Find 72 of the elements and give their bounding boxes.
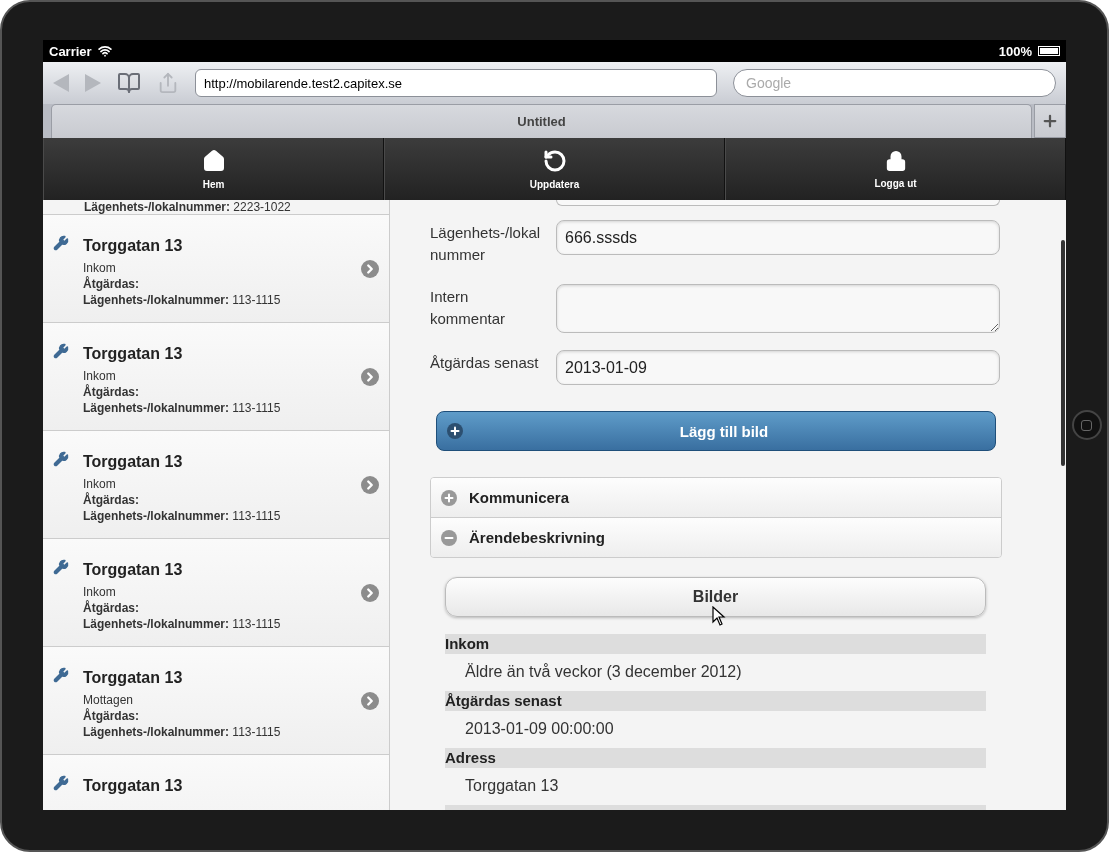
item-title: Torggatan 13 [83, 453, 184, 471]
plus-icon [1041, 112, 1059, 130]
field-label: Lägenhets-/lokalnummer [430, 223, 542, 265]
carrier-label: Carrier [49, 43, 92, 59]
wrench-icon [53, 343, 69, 359]
unit-number-text: Lägenhets-/lokalnummer: 113-1115 [83, 617, 282, 631]
due-label: Åtgärdas: [83, 709, 140, 723]
list-item[interactable]: Torggatan 13 Inkom Åtgärdas: Lägenhets-/lokalnummer: 113-1115 [43, 539, 389, 647]
section-value: 2013-01-09 00:00:00 [464, 719, 615, 739]
chevron-icon [361, 367, 379, 386]
section-heading: Åtgärdas senast [445, 691, 986, 711]
unit-number-text: Lägenhets-/lokalnummer: 113-1115 [83, 293, 282, 307]
item-status: Inkom [83, 477, 117, 491]
chevron-icon [361, 475, 379, 494]
unit-number-text: Lägenhets-/lokalnummer: 113-1115 [83, 509, 282, 523]
input-field[interactable]: 2013-01-09 [556, 350, 1000, 385]
home-icon [201, 148, 226, 173]
item-title: Torggatan 13 [83, 669, 184, 687]
list-item[interactable]: Torggatan 13 Inkom Åtgärdas: Lägenhets-/lokalnummer: 113-1115 [43, 431, 389, 539]
bookmarks-icon[interactable] [117, 71, 141, 95]
new-tab-button[interactable] [1034, 104, 1066, 138]
item-status: Inkom [83, 261, 117, 275]
cursor-icon [712, 606, 726, 626]
battery-icon [1038, 46, 1060, 56]
section-heading: Adress [445, 748, 986, 768]
item-title: Torggatan 13 [83, 237, 184, 255]
battery-percent: 100% [998, 43, 1032, 59]
due-label: Åtgärdas: [83, 601, 140, 615]
input-field[interactable] [556, 200, 1000, 206]
due-label: Åtgärdas: [83, 277, 140, 291]
unit-number-text: Lägenhets-/lokalnummer: 113-1115 [83, 401, 282, 415]
item-status: Mottagen [83, 693, 135, 707]
images-button[interactable]: Bilder [445, 577, 986, 617]
section-heading: Inkom [445, 634, 986, 654]
field-label: Åtgärdas senast [430, 353, 540, 373]
input-field[interactable]: 666.sssds [556, 220, 1000, 255]
due-label: Åtgärdas: [83, 493, 140, 507]
collapsible-header[interactable]: Kommunicera [431, 478, 1001, 517]
item-status: Inkom [83, 585, 117, 599]
wrench-icon [53, 559, 69, 575]
plus-icon [443, 491, 455, 504]
chevron-icon [361, 691, 379, 710]
comment-field[interactable] [556, 284, 1000, 333]
chevron-icon [361, 259, 379, 278]
wrench-icon [53, 235, 69, 251]
lock-icon [884, 149, 907, 172]
item-status: Inkom [83, 369, 117, 383]
due-label: Åtgärdas: [83, 385, 140, 399]
wrench-icon [53, 451, 69, 467]
plus-icon [449, 425, 461, 437]
add-image-button[interactable]: Lägg till bild [436, 411, 996, 451]
item-title: Torggatan 13 [83, 345, 184, 363]
item-title: Torggatan 13 [83, 561, 184, 579]
home-button[interactable] [1071, 410, 1102, 440]
list-item[interactable]: Torggatan 13 Inkom Åtgärdas: Lägenhets-/lokalnummer: 113-1115 [43, 215, 389, 323]
share-icon[interactable] [157, 72, 179, 94]
list-item[interactable]: Torggatan 13 Inkom Åtgärdas: Lägenhets-/lokalnummer: 113-1115 [43, 323, 389, 431]
wrench-icon [53, 667, 69, 683]
url-field[interactable]: http://mobilarende.test2.capitex.se [195, 69, 717, 97]
wrench-icon [53, 775, 69, 791]
refresh-icon [542, 148, 567, 173]
section-value: Torggatan 13 [464, 776, 560, 796]
collapsible-header[interactable]: Ärendebeskrivning [431, 517, 1001, 557]
item-title: Torggatan 13 [83, 777, 184, 795]
unit-number-text: Lägenhets-/lokalnummer: 113-1115 [83, 725, 282, 739]
list-item[interactable]: Torggatan 13 Mottagen Åtgärdas: Lägenhets-/lokalnummer: 113-1115 [43, 647, 389, 755]
field-label: Intern kommentar [430, 287, 507, 329]
browser-tab[interactable]: Untitled [51, 104, 1032, 138]
unit-number-text: Lägenhets-/lokalnummer: 2223-1022 [84, 200, 291, 214]
chevron-icon [361, 583, 379, 602]
section-value: Äldre än två veckor (3 december 2012) [464, 662, 743, 682]
wifi-icon [97, 44, 112, 58]
